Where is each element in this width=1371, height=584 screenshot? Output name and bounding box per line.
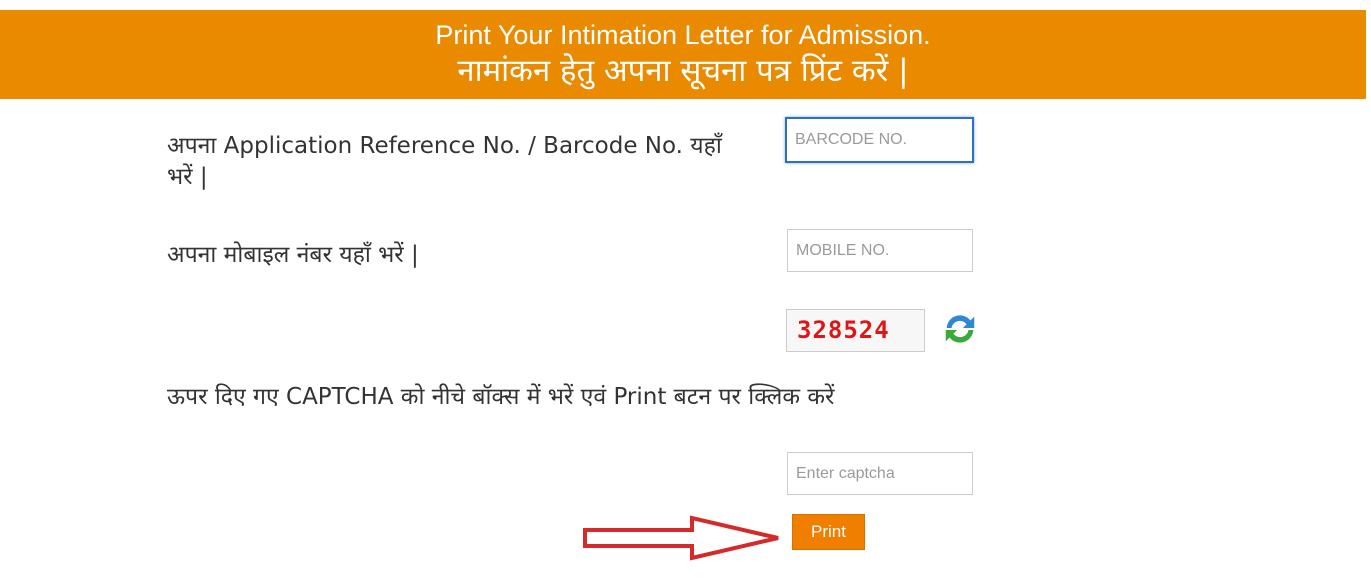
header-banner: Print Your Intimation Letter for Admissi…	[0, 10, 1366, 99]
barcode-input[interactable]	[785, 117, 974, 163]
barcode-label: अपना Application Reference No. / Barcode…	[167, 133, 722, 190]
captcha-instruction: ऊपर दिए गए CAPTCHA को नीचे बॉक्स में भरे…	[167, 384, 835, 410]
page: Print Your Intimation Letter for Admissi…	[0, 0, 1371, 584]
red-arrow-right-icon	[583, 515, 779, 561]
captcha-input[interactable]	[787, 452, 973, 495]
page-title-english: Print Your Intimation Letter for Admissi…	[435, 20, 931, 50]
mobile-label: अपना मोबाइल नंबर यहाँ भरें |	[167, 242, 419, 268]
print-button[interactable]: Print	[792, 514, 865, 550]
mobile-input[interactable]	[787, 229, 973, 272]
refresh-icon[interactable]	[941, 310, 979, 348]
captcha-image: 328524	[786, 309, 925, 352]
page-title-hindi: नामांकन हेतु अपना सूचना पत्र प्रिंट करें…	[457, 53, 909, 89]
